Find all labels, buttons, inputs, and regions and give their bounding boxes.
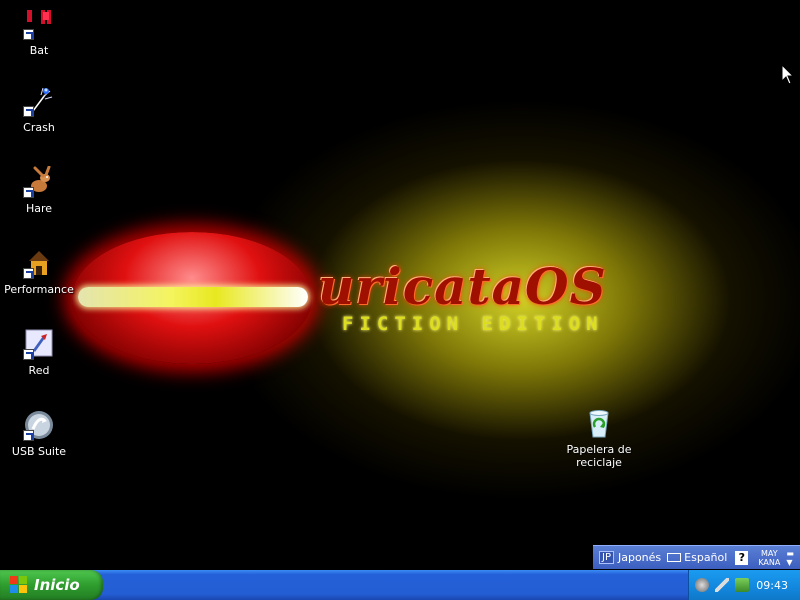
disc-icon[interactable] (695, 578, 709, 592)
language-code: JP (599, 551, 614, 564)
system-tray: 09:43 (688, 570, 800, 600)
tools-icon[interactable] (715, 578, 729, 592)
taskbar: Inicio 09:43 (0, 570, 800, 600)
hare-icon (23, 165, 55, 198)
wallpaper-title: uricataOS (318, 257, 607, 316)
desktop-icon-label: Papelera de reciclaje (566, 443, 632, 469)
caps-indicator: MAY (761, 548, 778, 558)
desktop-icon-red[interactable]: Red (0, 328, 78, 377)
chevron-down-icon: ▼ (786, 557, 793, 567)
desktop-icon-hare[interactable]: Hare (0, 165, 78, 215)
desktop-icon-label: Bat (29, 44, 49, 57)
clock[interactable]: 09:43 (756, 579, 788, 592)
desktop-icon-performance[interactable]: Performance (0, 247, 78, 296)
desktop-icon-bat[interactable]: Bat (0, 8, 78, 57)
desktop-icon-label: Red (28, 364, 50, 377)
language-bar-options[interactable]: ▬ ▼ (786, 549, 794, 567)
keyboard-layout-selector[interactable]: Español (667, 551, 727, 564)
kana-indicator: KANA (758, 557, 781, 567)
bat-icon (23, 8, 55, 40)
network-icon[interactable] (735, 578, 749, 592)
desktop-icon-recycle-bin[interactable]: Papelera de reciclaje (560, 407, 638, 469)
crash-icon (23, 85, 55, 117)
desktop-icon-label: USB Suite (11, 445, 67, 458)
windows-logo-icon (10, 576, 28, 594)
language-selector[interactable]: JP Japonés (599, 551, 661, 564)
recycle-bin-icon (583, 407, 615, 439)
red-icon (23, 328, 55, 360)
keyboard-layout-name: Español (684, 551, 728, 564)
desktop-icon-label: Crash (23, 121, 55, 134)
desktop-icon-usb-suite[interactable]: USB Suite (0, 409, 78, 458)
desktop-icon-label: Performance (4, 283, 74, 296)
logo-bar (78, 287, 308, 307)
performance-icon (23, 247, 55, 279)
desktop-icon-label: Hare (25, 202, 53, 215)
ime-mode[interactable]: MAY KANA (758, 549, 780, 567)
desktop-icon-crash[interactable]: Crash (0, 85, 78, 134)
mouse-pointer-icon (781, 63, 795, 90)
desktop[interactable]: uricataOS FICTION EDITION Bat Crash Hare… (0, 0, 800, 570)
start-button[interactable]: Inicio (0, 570, 103, 600)
help-icon[interactable]: ? (735, 550, 749, 565)
language-bar[interactable]: JP Japonés Español ? MAY KANA ▬ ▼ (593, 545, 800, 569)
minimize-icon: ▬ (786, 548, 794, 558)
keyboard-icon (667, 553, 682, 562)
start-label: Inicio (34, 576, 80, 594)
language-name: Japonés (617, 551, 662, 564)
usb-suite-icon (23, 409, 55, 441)
wallpaper-subtitle: FICTION EDITION (342, 313, 604, 335)
